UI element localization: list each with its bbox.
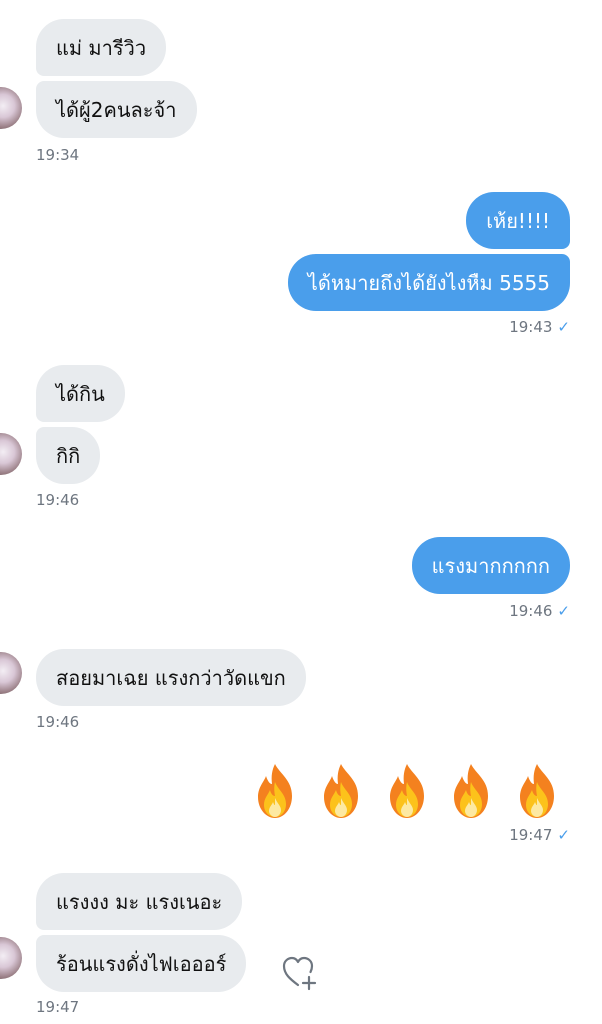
message-timestamp: 19:46 bbox=[36, 491, 80, 509]
fire-icon bbox=[520, 764, 554, 818]
contact-avatar[interactable] bbox=[0, 433, 22, 475]
read-check-icon: ✓ bbox=[557, 826, 570, 844]
emoji-message[interactable] bbox=[252, 760, 568, 822]
read-check-icon: ✓ bbox=[557, 318, 570, 336]
message-timestamp: 19:47 bbox=[36, 998, 80, 1016]
message-timestamp: 19:46 ✓ bbox=[509, 602, 570, 620]
read-check-icon: ✓ bbox=[557, 602, 570, 620]
message-bubble-incoming[interactable]: ได้กิน bbox=[36, 365, 125, 422]
message-text: ได้กิน bbox=[56, 381, 105, 406]
heart-plus-icon[interactable] bbox=[280, 953, 320, 991]
message-text: เห้ย!!!! bbox=[486, 208, 550, 233]
message-bubble-incoming[interactable]: ร้อนแรงดั่งไฟเอออร์ bbox=[36, 935, 247, 992]
message-text: แรงงง มะ แรงเนอะ bbox=[56, 889, 223, 914]
message-text: ได้หมายถึงได้ยังไงหืม 5555 bbox=[307, 270, 550, 295]
message-bubble-incoming[interactable]: ได้ผู้2คนละจ้า bbox=[36, 81, 197, 138]
fire-icon bbox=[390, 764, 424, 818]
contact-avatar[interactable] bbox=[0, 87, 22, 129]
fire-icon bbox=[324, 764, 358, 818]
message-text: กิกิ bbox=[56, 443, 81, 468]
message-timestamp: 19:34 bbox=[36, 146, 80, 164]
message-text: ร้อนแรงดั่งไฟเอออร์ bbox=[56, 951, 227, 976]
message-bubble-incoming[interactable]: สอยมาเฉย แรงกว่าวัดแขก bbox=[36, 649, 306, 706]
message-text: แม่ มารีวิว bbox=[56, 35, 147, 60]
message-bubble-incoming[interactable]: แม่ มารีวิว bbox=[36, 19, 167, 76]
message-bubble-incoming[interactable]: กิกิ bbox=[36, 427, 101, 484]
message-timestamp: 19:47 ✓ bbox=[509, 826, 570, 844]
message-text: สอยมาเฉย แรงกว่าวัดแขก bbox=[56, 665, 286, 690]
contact-avatar[interactable] bbox=[0, 652, 22, 694]
message-text: แรงมากกกกก bbox=[431, 553, 550, 578]
fire-icon bbox=[454, 764, 488, 818]
message-bubble-outgoing[interactable]: เห้ย!!!! bbox=[466, 192, 570, 249]
message-text: ได้ผู้2คนละจ้า bbox=[56, 97, 177, 122]
message-bubble-outgoing[interactable]: ได้หมายถึงได้ยังไงหืม 5555 bbox=[287, 254, 570, 311]
message-bubble-outgoing[interactable]: แรงมากกกกก bbox=[411, 537, 570, 594]
message-timestamp: 19:46 bbox=[36, 713, 80, 731]
fire-icon bbox=[258, 764, 292, 818]
message-bubble-incoming[interactable]: แรงงง มะ แรงเนอะ bbox=[36, 873, 243, 930]
message-timestamp: 19:43 ✓ bbox=[509, 318, 570, 336]
contact-avatar[interactable] bbox=[0, 937, 22, 979]
